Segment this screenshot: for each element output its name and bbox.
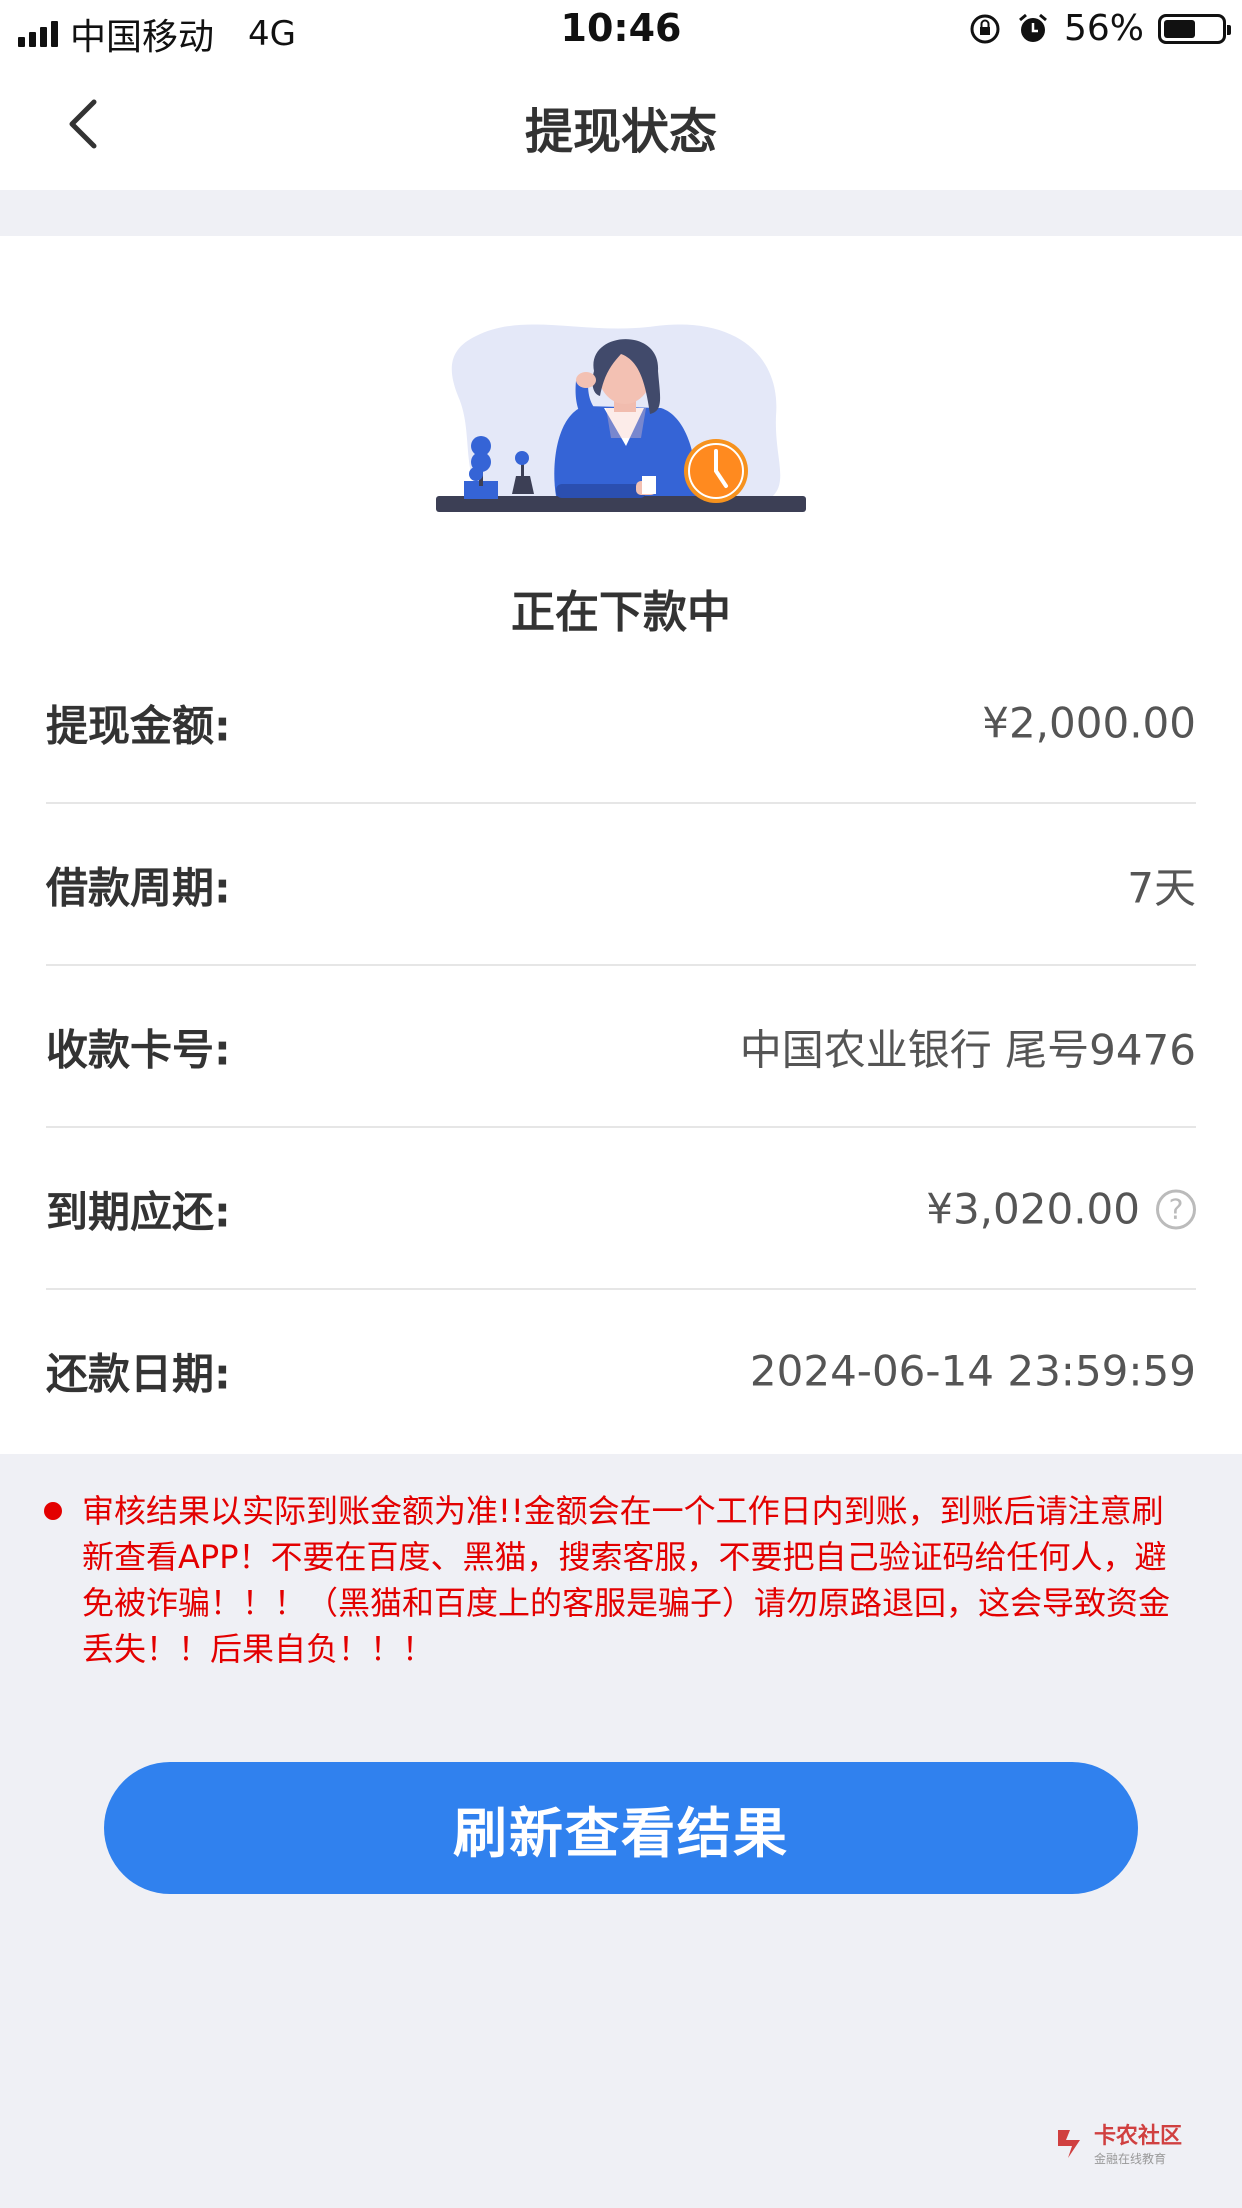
- detail-row-due-date: 还款日期: 2024-06-14 23:59:59: [46, 1290, 1196, 1452]
- battery-percent: 56%: [1063, 8, 1144, 49]
- status-right: 56%: [968, 8, 1231, 49]
- status-card: 正在下款中 提现金额: ¥2,000.00 借款周期: 7天 收款卡号: 中国农…: [0, 236, 1242, 1454]
- detail-value: 7天: [1127, 863, 1196, 913]
- watermark-subtitle: 金融在线教育: [1093, 2152, 1166, 2166]
- waiting-woman-illustration: [436, 324, 806, 512]
- detail-row-period: 借款周期: 7天: [46, 804, 1196, 966]
- nav-bar: 提现状态: [0, 62, 1242, 190]
- help-icon[interactable]: ?: [1156, 1189, 1196, 1229]
- page-title: 提现状态: [524, 104, 717, 160]
- status-bar: 中国移动 4G 10:46 56%: [0, 0, 1242, 62]
- detail-value: ¥3,020.00: [926, 1184, 1140, 1234]
- battery-icon: [1158, 13, 1231, 44]
- detail-value: ¥2,000.00: [982, 698, 1196, 748]
- warning-text: 审核结果以实际到账金额为准!!金额会在一个工作日内到账，到账后请注意刷新查看AP…: [82, 1492, 1171, 1668]
- detail-value-wrap: ¥3,020.00 ?: [926, 1185, 1196, 1234]
- detail-label: 借款周期:: [46, 863, 231, 913]
- refresh-result-button[interactable]: 刷新查看结果: [104, 1762, 1138, 1894]
- orientation-lock-icon: [970, 14, 1000, 43]
- detail-row-amount: 提现金额: ¥2,000.00: [46, 642, 1196, 804]
- watermark: 卡农社区 金融在线教育: [1052, 2118, 1182, 2167]
- warning-notice: 审核结果以实际到账金额为准!!金额会在一个工作日内到账，到账后请注意刷新查看AP…: [44, 1488, 1174, 1672]
- detail-row-card: 收款卡号: 中国农业银行 尾号9476: [46, 966, 1196, 1128]
- watermark-title: 卡农社区: [1093, 2124, 1182, 2149]
- alarm-icon: [1019, 13, 1047, 42]
- withdraw-status-text: 正在下款中: [511, 587, 731, 638]
- detail-label: 收款卡号:: [46, 1025, 231, 1075]
- watermark-logo-icon: [1057, 2129, 1080, 2158]
- detail-row-due-amount: 到期应还: ¥3,020.00 ?: [46, 1128, 1196, 1290]
- detail-value: 2024-06-14 23:59:59: [749, 1346, 1196, 1396]
- bullet-dot-icon: [44, 1502, 62, 1520]
- detail-label: 到期应还:: [46, 1187, 231, 1237]
- detail-value: 中国农业银行 尾号9476: [739, 1025, 1196, 1075]
- detail-label: 还款日期:: [46, 1349, 231, 1399]
- detail-label: 提现金额:: [46, 701, 231, 751]
